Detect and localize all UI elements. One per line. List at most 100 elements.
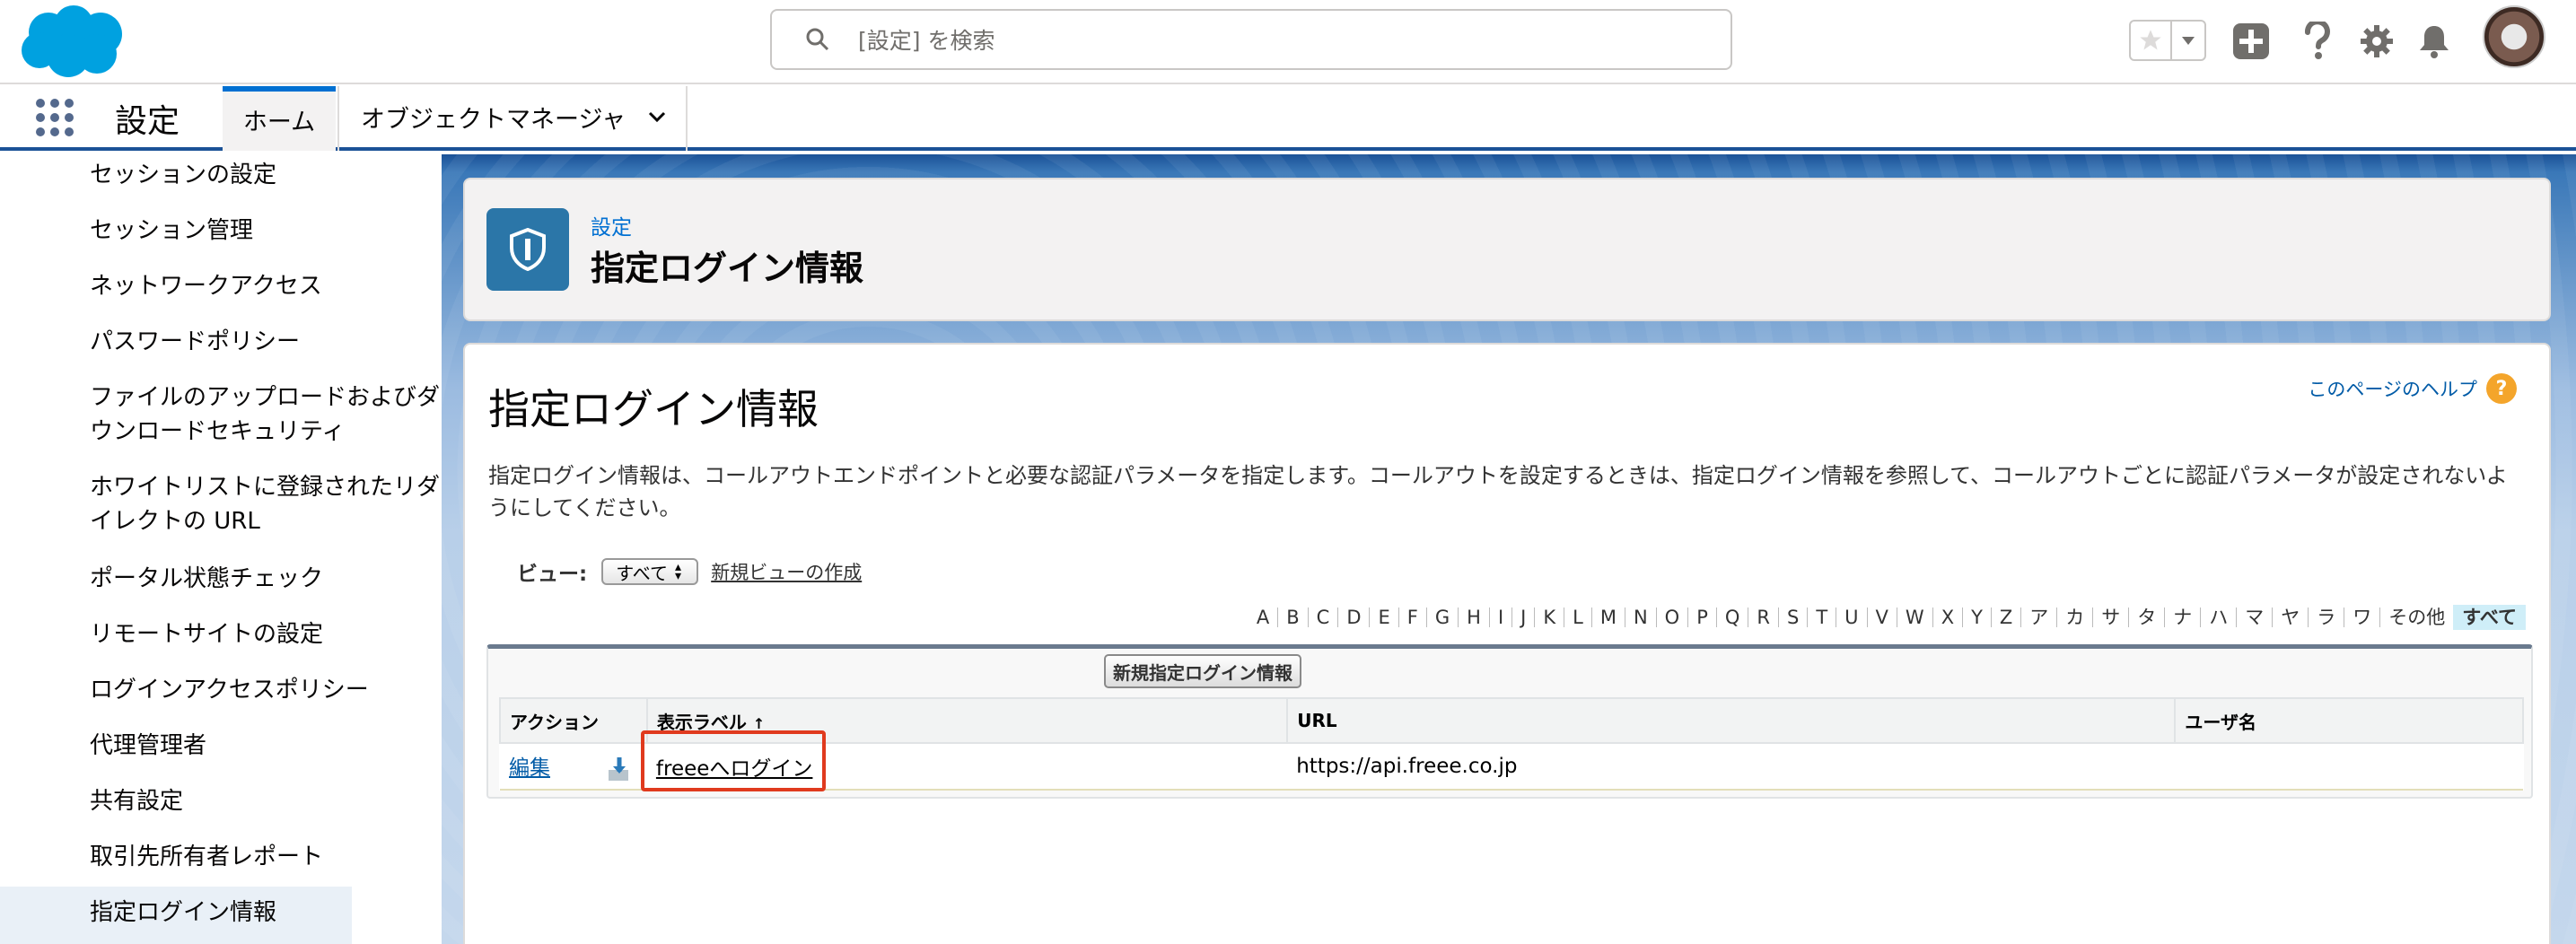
credentials-table: アクション 表示ラベル ↑ URL ユーザ名 編集 freeeへログイン htt… xyxy=(499,697,2524,791)
global-header: [設定] を検索 xyxy=(0,0,2576,84)
alpha-filter-letter[interactable]: V xyxy=(1866,607,1897,627)
alpha-filter-letter[interactable]: D xyxy=(1337,607,1369,627)
sidebar-item-session-settings[interactable]: セッションの設定 xyxy=(90,158,442,192)
sidebar-item-label: パスワードポリシー xyxy=(90,328,301,355)
alpha-filter-letter[interactable]: B xyxy=(1277,607,1307,627)
alpha-filter-letter[interactable]: M xyxy=(1590,607,1625,627)
sidebar-item-redirect-whitelist[interactable]: ホワイトリストに登録されたリダ イレクトの URL xyxy=(90,470,442,538)
alpha-filter-letter[interactable]: サ xyxy=(2092,607,2128,627)
alpha-filter-letter[interactable]: O xyxy=(1655,607,1688,627)
tab-home[interactable]: ホーム xyxy=(223,86,336,151)
sidebar-item-label: セッション管理 xyxy=(90,217,254,244)
alpha-filter-letter[interactable]: A xyxy=(1249,607,1277,627)
view-controls: ビュー: すべて ▴ ▾ 新規ビューの作成 xyxy=(517,556,862,587)
alpha-filter-letter[interactable]: ハ xyxy=(2200,607,2236,627)
sidebar-item-label: 指定ログイン情報 xyxy=(90,899,277,926)
app-launcher-icon[interactable] xyxy=(36,99,74,136)
user-avatar[interactable] xyxy=(2483,5,2545,68)
gear-icon xyxy=(2361,25,2393,57)
alpha-filter-letter[interactable]: X xyxy=(1932,607,1962,627)
row-actions: 編集 xyxy=(500,743,647,791)
favorites-dropdown-button[interactable] xyxy=(2172,22,2204,59)
alpha-filter-letter[interactable]: I xyxy=(1488,607,1511,627)
breadcrumb[interactable]: 設定 xyxy=(591,210,632,240)
alpha-filter-letter[interactable]: H xyxy=(1458,607,1489,627)
alpha-filter-letter[interactable]: J xyxy=(1511,607,1534,627)
alphabet-filter: A B C D E F G H I J K L M N O P Q R S T … xyxy=(1249,605,2526,630)
app-name: 設定 xyxy=(115,103,180,140)
column-header-action: アクション xyxy=(499,697,648,744)
alpha-filter-letter[interactable]: G xyxy=(1425,607,1458,627)
alpha-filter-letter[interactable]: K xyxy=(1534,607,1564,627)
sidebar-item-login-access-policies[interactable]: ログインアクセスポリシー xyxy=(90,673,442,707)
column-header-username[interactable]: ユーザ名 xyxy=(2174,697,2524,744)
alpha-filter-letter[interactable]: P xyxy=(1687,607,1716,627)
salesforce-logo[interactable] xyxy=(18,4,127,79)
download-icon[interactable] xyxy=(607,756,634,782)
sidebar-item-label: ネットワークアクセス xyxy=(90,273,322,300)
new-view-link[interactable]: 新規ビューの作成 xyxy=(711,558,862,585)
sidebar-item-label: 代理管理者 xyxy=(90,732,207,759)
content-title: 指定ログイン情報 xyxy=(488,385,819,433)
sidebar-item-session-management[interactable]: セッション管理 xyxy=(90,214,442,248)
row-username-cell xyxy=(2175,743,2523,791)
alpha-filter-letter[interactable]: ラ xyxy=(2308,607,2344,627)
column-header-url[interactable]: URL xyxy=(1286,697,2177,744)
star-icon xyxy=(2140,30,2161,50)
alpha-filter-letter[interactable]: U xyxy=(1836,607,1866,627)
chevron-down-icon[interactable] xyxy=(647,107,667,127)
alpha-filter-letter[interactable]: ア xyxy=(2020,607,2056,627)
sidebar-item-network-access[interactable]: ネットワークアクセス xyxy=(90,269,442,303)
alpha-filter-letter[interactable]: カ xyxy=(2056,607,2092,627)
alpha-filter-letter[interactable]: F xyxy=(1398,607,1426,627)
alpha-filter-letter[interactable]: R xyxy=(1748,607,1778,627)
tab-object-manager[interactable]: オブジェクトマネージャ xyxy=(337,86,688,151)
alpha-filter-letter[interactable]: T xyxy=(1807,607,1836,627)
notifications-button[interactable] xyxy=(2414,22,2454,61)
list-view: 新規指定ログイン情報 アクション 表示ラベル ↑ URL ユーザ名 編集 fre… xyxy=(486,644,2533,799)
alpha-filter-letter[interactable]: Y xyxy=(1962,607,1991,627)
sidebar-item-delegated-admin[interactable]: 代理管理者 xyxy=(90,729,442,763)
alpha-filter-letter[interactable]: Z xyxy=(1990,607,2020,627)
alpha-filter-letter[interactable]: W xyxy=(1896,607,1932,627)
table-row: 編集 freeeへログイン https://api.freee.co.jp xyxy=(500,743,2523,791)
help-link[interactable]: このページのヘルプ ? xyxy=(2308,373,2517,404)
sidebar-item-password-policies[interactable]: パスワードポリシー xyxy=(90,325,442,359)
alpha-filter-letter[interactable]: タ xyxy=(2128,607,2164,627)
new-named-credential-button[interactable]: 新規指定ログイン情報 xyxy=(1104,654,1301,688)
alpha-filter-other[interactable]: その他 xyxy=(2379,607,2453,627)
sidebar-item-named-credentials[interactable]: 指定ログイン情報 xyxy=(0,887,352,944)
alpha-filter-letter[interactable]: L xyxy=(1564,607,1591,627)
help-button[interactable] xyxy=(2298,22,2337,61)
caret-down-icon xyxy=(2182,37,2195,45)
alpha-filter-letter[interactable]: E xyxy=(1369,607,1398,627)
sidebar-item-account-owner-report[interactable]: 取引先所有者レポート xyxy=(90,840,442,874)
search-placeholder: [設定] を検索 xyxy=(858,28,995,54)
sidebar-item-label: ポータル状態チェック xyxy=(90,565,324,592)
credential-label-link[interactable]: freeeへログイン xyxy=(656,757,813,781)
alpha-filter-letter[interactable]: C xyxy=(1307,607,1338,627)
sidebar-item-label-line: ファイルのアップロードおよびダ xyxy=(90,384,441,411)
alpha-filter-all[interactable]: すべて xyxy=(2453,605,2526,630)
alpha-filter-letter[interactable]: ワ xyxy=(2344,607,2379,627)
alpha-filter-letter[interactable]: N xyxy=(1624,607,1656,627)
global-actions-button[interactable] xyxy=(2231,22,2271,61)
alpha-filter-letter[interactable]: Q xyxy=(1715,607,1748,627)
alpha-filter-letter[interactable]: マ xyxy=(2236,607,2272,627)
favorites-control[interactable] xyxy=(2129,20,2206,61)
sidebar-item-file-upload-security[interactable]: ファイルのアップロードおよびダ ウンロードセキュリティ xyxy=(90,380,442,449)
search-box[interactable]: [設定] を検索 xyxy=(770,9,1732,70)
favorites-star-button[interactable] xyxy=(2131,22,2172,59)
sidebar-item-portal-health-check[interactable]: ポータル状態チェック xyxy=(90,562,442,596)
setup-button[interactable] xyxy=(2357,22,2396,61)
view-select[interactable]: すべて ▴ ▾ xyxy=(601,558,699,585)
search-icon xyxy=(806,28,829,51)
alpha-filter-letter[interactable]: S xyxy=(1778,607,1807,627)
sidebar-item-sharing-settings[interactable]: 共有設定 xyxy=(90,784,442,818)
sidebar-item-remote-site-settings[interactable]: リモートサイトの設定 xyxy=(90,617,442,651)
alpha-filter-letter[interactable]: ヤ xyxy=(2272,607,2308,627)
column-header-label[interactable]: 表示ラベル ↑ xyxy=(645,697,1289,744)
sidebar-item-label-line: ウンロードセキュリティ xyxy=(90,418,346,445)
alpha-filter-letter[interactable]: ナ xyxy=(2164,607,2200,627)
edit-link[interactable]: 編集 xyxy=(509,756,550,780)
